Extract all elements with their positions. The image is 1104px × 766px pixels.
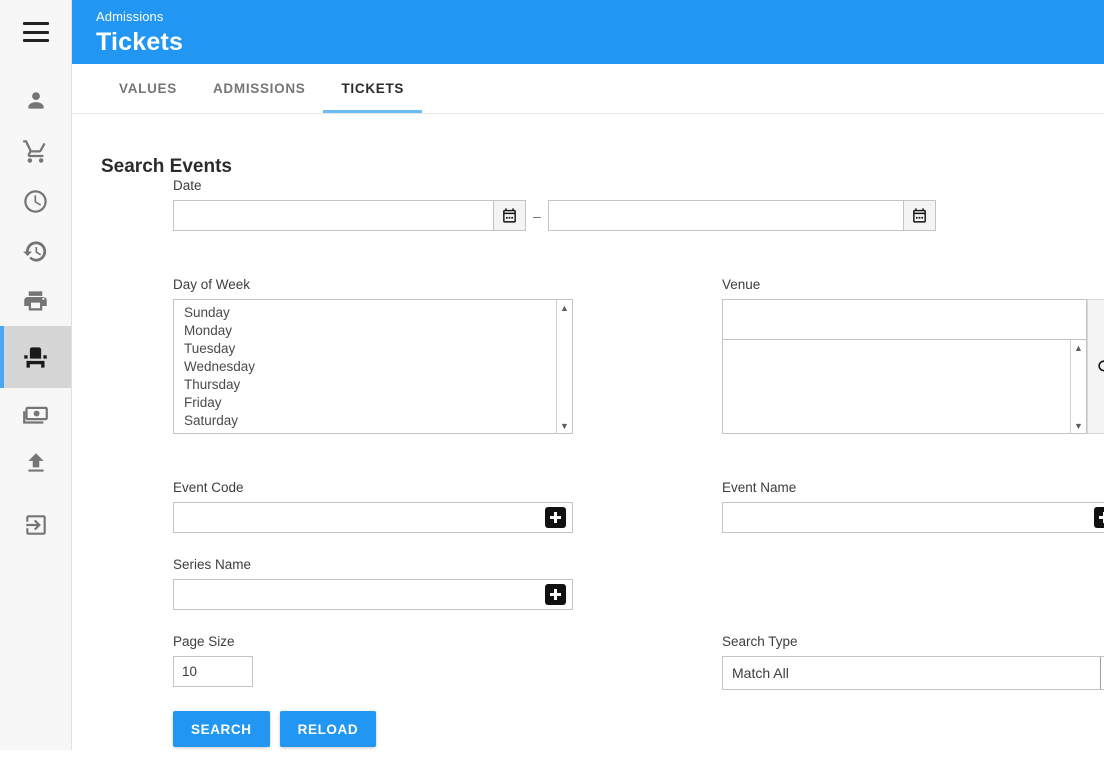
- page-header: Admissions Tickets: [72, 0, 1104, 64]
- sidebar-item-upload[interactable]: [0, 438, 71, 488]
- sidebar-item-person[interactable]: [0, 76, 71, 126]
- menu-icon-bar: [22, 39, 49, 42]
- menu-icon[interactable]: [22, 22, 49, 42]
- scroll-down-icon[interactable]: ▼: [1071, 418, 1086, 433]
- event-code-field: Event Code: [173, 480, 573, 533]
- date-to-input[interactable]: [548, 200, 903, 231]
- date-to-calendar-button[interactable]: [903, 200, 936, 231]
- date-from-calendar-button[interactable]: [493, 200, 526, 231]
- scroll-down-icon[interactable]: ▼: [557, 418, 572, 433]
- menu-icon-bar: [22, 22, 49, 25]
- reload-button[interactable]: RELOAD: [279, 711, 377, 747]
- venue-field: Venue ▲ ▼: [722, 277, 1104, 434]
- event-name-input-group: [722, 502, 1104, 533]
- event-code-label: Event Code: [173, 480, 244, 495]
- event-name-add-button[interactable]: [1094, 507, 1104, 528]
- tab-admissions[interactable]: ADMISSIONS: [195, 64, 324, 113]
- series-name-label: Series Name: [173, 557, 252, 572]
- sidebar-item-login[interactable]: [0, 500, 71, 550]
- day-of-week-listbox[interactable]: Sunday Monday Tuesday Wednesday Thursday…: [173, 299, 573, 434]
- form-actions: SEARCH RELOAD: [173, 711, 377, 747]
- day-of-week-label: Day of Week: [173, 277, 251, 292]
- tab-tickets[interactable]: TICKETS: [323, 64, 422, 113]
- venue-stack: ▲ ▼: [722, 299, 1087, 434]
- app-root: Admissions Tickets VALUES ADMISSIONS TIC…: [0, 0, 1104, 766]
- upload-icon: [27, 453, 44, 472]
- series-name-input[interactable]: [173, 579, 573, 610]
- event-name-input[interactable]: [722, 502, 1104, 533]
- venue-widget: ▲ ▼: [722, 299, 1104, 434]
- sidebar-header: [0, 0, 71, 64]
- list-item[interactable]: Thursday: [174, 376, 572, 394]
- day-of-week-scrollbar[interactable]: ▲ ▼: [556, 300, 572, 433]
- calendar-icon: [503, 208, 516, 223]
- event-seat-icon: [24, 346, 47, 368]
- section-title: Search Events: [101, 155, 232, 177]
- page-size-field: Page Size: [173, 634, 253, 687]
- sidebar-item-history[interactable]: [0, 226, 71, 276]
- event-code-input-group: [173, 502, 573, 533]
- calendar-icon: [913, 208, 926, 223]
- list-item[interactable]: Sunday: [174, 304, 572, 322]
- search-type-label: Search Type: [722, 634, 798, 649]
- list-item[interactable]: Monday: [174, 322, 572, 340]
- clock-icon: [24, 189, 47, 213]
- printer-icon: [24, 290, 47, 310]
- list-item[interactable]: Friday: [174, 394, 572, 412]
- venue-search-input[interactable]: [722, 299, 1087, 339]
- tab-bar: VALUES ADMISSIONS TICKETS: [72, 64, 1104, 114]
- venue-search-button[interactable]: [1087, 299, 1104, 434]
- sidebar-item-print[interactable]: [0, 276, 71, 326]
- search-type-field: Search Type Match All Match Any ▼ *: [722, 634, 1104, 690]
- exit-to-app-icon: [25, 515, 46, 535]
- search-type-select-group: Match All Match Any ▼ *: [722, 656, 1104, 690]
- series-name-field: Series Name: [173, 557, 573, 610]
- header-subtitle: Admissions: [96, 9, 164, 24]
- day-of-week-options: Sunday Monday Tuesday Wednesday Thursday…: [174, 300, 572, 430]
- event-name-label: Event Name: [722, 480, 797, 495]
- date-to-group: [548, 200, 936, 231]
- list-item[interactable]: Wednesday: [174, 358, 572, 376]
- series-name-add-button[interactable]: [545, 584, 566, 605]
- day-of-week-field: Day of Week Sunday Monday Tuesday Wednes…: [173, 277, 573, 434]
- date-label: Date: [173, 178, 202, 193]
- sidebar-item-payments[interactable]: [0, 388, 71, 438]
- date-range-separator: –: [533, 207, 541, 224]
- date-label-wrap: Date: [173, 178, 202, 200]
- sidebar-item-clock[interactable]: [0, 176, 71, 226]
- event-code-input[interactable]: [173, 502, 573, 533]
- shopping-cart-icon: [23, 139, 46, 163]
- date-from-group: [173, 200, 526, 231]
- history-icon: [23, 240, 47, 262]
- list-item[interactable]: Saturday: [174, 412, 572, 430]
- list-item[interactable]: Tuesday: [174, 340, 572, 358]
- person-icon: [27, 92, 44, 109]
- date-from-input[interactable]: [173, 200, 493, 231]
- menu-icon-bar: [22, 30, 49, 34]
- tab-values[interactable]: VALUES: [101, 64, 195, 113]
- series-name-input-group: [173, 579, 573, 610]
- scroll-up-icon[interactable]: ▲: [1071, 340, 1086, 355]
- venue-scrollbar[interactable]: ▲ ▼: [1070, 340, 1086, 433]
- sidebar-nav: [0, 76, 71, 550]
- sidebar-item-tickets[interactable]: [0, 326, 71, 388]
- search-type-select[interactable]: Match All Match Any: [722, 656, 1104, 690]
- venue-results-listbox[interactable]: ▲ ▼: [722, 339, 1087, 434]
- sidebar-item-cart[interactable]: [0, 126, 71, 176]
- search-icon: [1097, 359, 1104, 371]
- money-icon: [23, 406, 48, 424]
- venue-label: Venue: [722, 277, 761, 292]
- sidebar: [0, 0, 72, 750]
- scroll-up-icon[interactable]: ▲: [557, 300, 572, 315]
- main-content: Search Events Date – Day of Week Sunday …: [72, 114, 1104, 766]
- event-name-field: Event Name: [722, 480, 1104, 533]
- page-title: Tickets: [96, 28, 184, 56]
- page-size-label: Page Size: [173, 634, 235, 649]
- event-code-add-button[interactable]: [545, 507, 566, 528]
- date-range-row: –: [173, 200, 936, 231]
- page-size-input[interactable]: [173, 656, 253, 687]
- search-button[interactable]: SEARCH: [173, 711, 270, 747]
